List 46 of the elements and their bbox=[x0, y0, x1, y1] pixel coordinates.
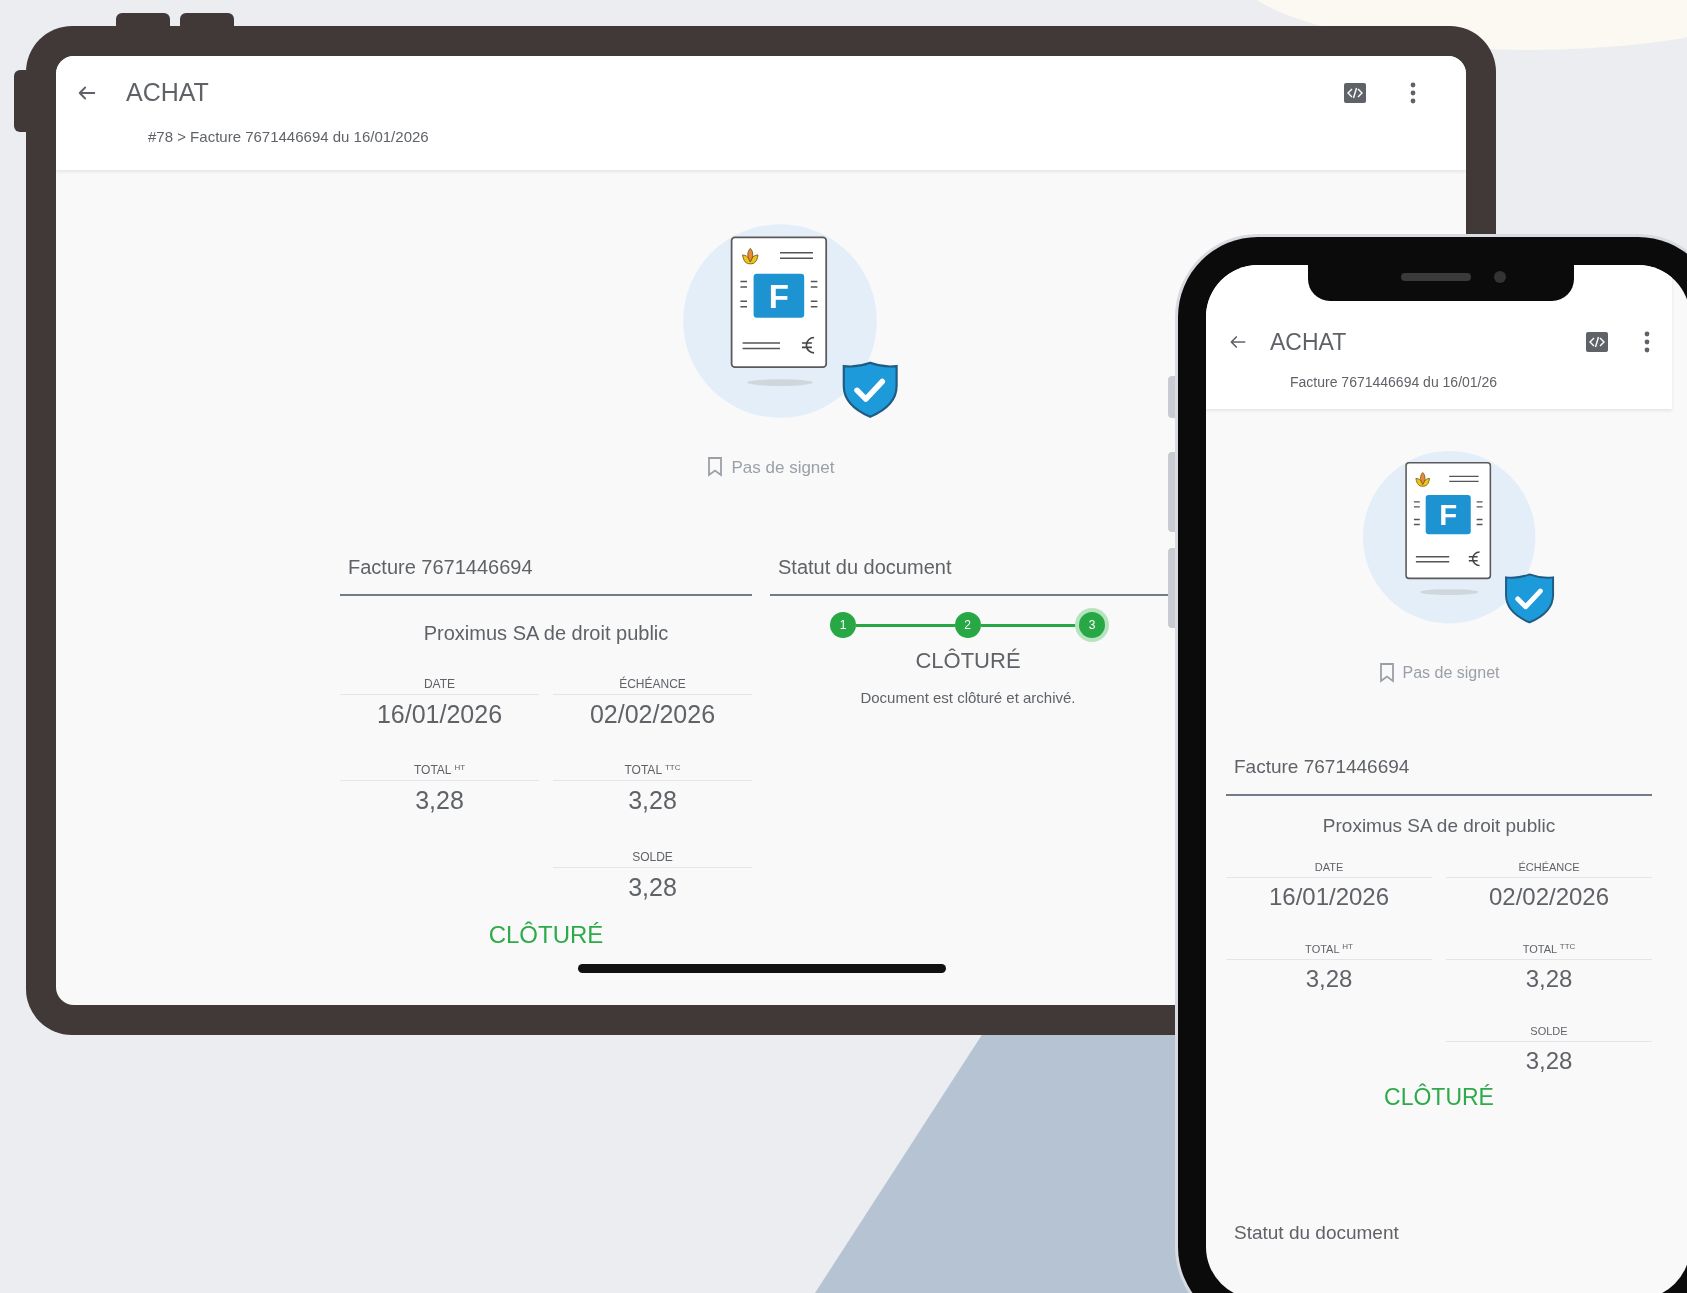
bookmark-status: Pas de signet bbox=[1402, 663, 1500, 684]
step-indicator: 1 bbox=[830, 612, 856, 639]
field-value: 3,28 bbox=[1525, 964, 1573, 995]
status-description: Document est clôturé et archivé. bbox=[859, 688, 1077, 709]
bookmark-status: Pas de signet bbox=[731, 456, 835, 479]
field-label: ÉCHÉANCE bbox=[619, 678, 686, 691]
step-indicator: 3 bbox=[1079, 612, 1105, 639]
step-indicator: 2 bbox=[954, 612, 981, 639]
invoice-title: Facture 7671446694 bbox=[347, 555, 534, 581]
more-menu-icon[interactable] bbox=[1644, 331, 1650, 354]
breadcrumb: Facture 7671446694 du 16/01/26 bbox=[1290, 372, 1499, 392]
field-value: 16/01/2026 bbox=[376, 699, 503, 731]
status-name: CLÔTURÉ bbox=[914, 647, 1022, 676]
code-icon[interactable] bbox=[1344, 82, 1366, 103]
camera-lens bbox=[1494, 271, 1506, 283]
more-menu-icon[interactable] bbox=[1410, 81, 1416, 104]
status-label: CLÔTURÉ bbox=[487, 922, 605, 947]
field-label: ÉCHÉANCE bbox=[1518, 862, 1580, 874]
field-value: 16/01/2026 bbox=[1268, 882, 1390, 913]
field-label: SOLDE bbox=[632, 850, 673, 863]
field-label: SOLDE bbox=[1530, 1026, 1568, 1038]
field-value: 02/02/2026 bbox=[589, 699, 716, 731]
invoice-title: Facture 7671446694 bbox=[1233, 755, 1411, 780]
bookmark-icon bbox=[707, 457, 724, 478]
bookmark-icon bbox=[1378, 663, 1395, 684]
field-value: 3,28 bbox=[1305, 964, 1353, 995]
speaker-grille bbox=[1401, 273, 1471, 281]
app-title: ACHAT bbox=[1270, 328, 1347, 357]
field-value: 3,28 bbox=[628, 785, 677, 817]
breadcrumb: #78 > Facture 7671446694 du 16/01/2026 bbox=[148, 126, 430, 147]
field-value: 3,28 bbox=[628, 871, 677, 903]
field-value: 3,28 bbox=[1525, 1046, 1573, 1077]
field-label: TOTAL $^{HT}$ bbox=[413, 764, 466, 777]
code-icon[interactable] bbox=[1586, 332, 1608, 353]
field-value: 3,28 bbox=[415, 785, 464, 817]
supplier-name: Proximus SA de droit public bbox=[1321, 813, 1557, 838]
app-title: ACHAT bbox=[126, 77, 209, 108]
field-label: TOTAL $^{TTC}$ bbox=[624, 764, 681, 777]
section-title: Statut du document bbox=[1233, 1221, 1400, 1246]
field-label: DATE bbox=[423, 678, 456, 691]
field-label: TOTAL $^{HT}$ bbox=[1305, 944, 1353, 956]
supplier-name: Proximus SA de droit public bbox=[422, 621, 670, 647]
section-title: Statut du document bbox=[777, 555, 953, 581]
field-label: DATE bbox=[1314, 862, 1344, 874]
field-value: 02/02/2026 bbox=[1488, 882, 1610, 913]
field-label: TOTAL $^{TTC}$ bbox=[1522, 944, 1576, 956]
